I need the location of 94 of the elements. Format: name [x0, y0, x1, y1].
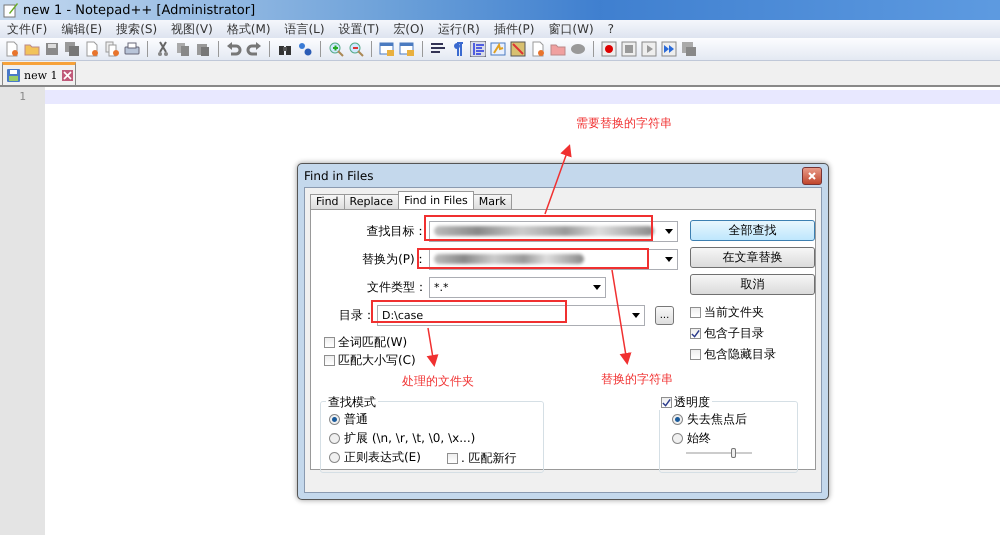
radio-button[interactable]: [329, 433, 340, 444]
radio-label: 始终: [687, 430, 711, 447]
dialog-button[interactable]: 在文章替换: [690, 247, 815, 268]
checkbox[interactable]: [661, 397, 672, 408]
field-label: 查找目标：: [366, 222, 428, 240]
checkbox-label: 当前文件夹: [704, 304, 764, 321]
redo-icon[interactable]: [246, 41, 262, 57]
menu-item[interactable]: 格式(M): [220, 20, 278, 38]
dropdown-caret-icon[interactable]: [593, 284, 601, 290]
dropdown-caret-icon[interactable]: [665, 256, 673, 262]
fast-forward-icon[interactable]: [661, 41, 677, 57]
map-icon[interactable]: [510, 41, 526, 57]
play-icon[interactable]: [641, 41, 657, 57]
arrow: [544, 144, 572, 214]
dialog-tab[interactable]: Find in Files: [398, 191, 474, 209]
menu-item[interactable]: 运行(R): [431, 20, 487, 38]
menu-item[interactable]: 编辑(E): [54, 20, 110, 38]
checkbox-label: 匹配大小写(C): [338, 352, 416, 368]
line-number: 1: [18, 90, 27, 103]
radio-label: 失去焦点后: [687, 411, 747, 428]
menu-item[interactable]: 视图(V): [164, 20, 220, 38]
checkbox-label: 全词匹配(W): [338, 334, 408, 350]
menu-item[interactable]: 宏(O): [386, 20, 432, 38]
menu-item[interactable]: 语言(L): [278, 20, 332, 38]
dialog-tab[interactable]: Replace: [344, 194, 400, 209]
dialog-button[interactable]: 全部查找: [690, 220, 815, 241]
menu-item[interactable]: 文件(F): [0, 20, 54, 38]
browse-button[interactable]: ...: [655, 306, 674, 324]
radio-label: 普通: [344, 411, 368, 428]
tab-label: new 1: [24, 68, 58, 82]
checkbox[interactable]: [690, 349, 701, 360]
group-title: 查找模式: [326, 394, 378, 411]
dialog-tab[interactable]: Find: [310, 194, 345, 209]
dropdown-caret-icon[interactable]: [632, 312, 640, 318]
checkbox-label: . 匹配新行: [460, 450, 517, 467]
checkbox-label: 包含隐藏目录: [704, 346, 776, 363]
undo-icon[interactable]: [226, 41, 242, 57]
checkbox[interactable]: [690, 307, 701, 318]
documents-icon[interactable]: [104, 41, 120, 57]
combo-box[interactable]: *.*: [429, 276, 606, 298]
radio-label: 正则表达式(E): [344, 449, 421, 466]
document-icon[interactable]: [84, 41, 100, 57]
window-lock-icon[interactable]: [399, 41, 415, 57]
transparency-slider[interactable]: [686, 448, 752, 458]
copy-icon[interactable]: [175, 41, 191, 57]
menu-item[interactable]: ?: [600, 22, 621, 36]
field-label: 文件类型：: [366, 278, 428, 296]
combo-box[interactable]: [428, 220, 678, 242]
floppy-disks-icon[interactable]: [64, 41, 80, 57]
menu-item[interactable]: 设置(T): [332, 20, 386, 38]
dropdown-caret-icon[interactable]: [665, 228, 673, 234]
menu-item[interactable]: 窗口(W): [541, 20, 601, 38]
zoom-out-icon[interactable]: [348, 41, 364, 57]
oval-icon[interactable]: [570, 41, 586, 57]
radio-label: 扩展 (\n, \r, \t, \0, \x...): [344, 430, 476, 447]
radio-button[interactable]: [672, 433, 683, 444]
radio-button[interactable]: [329, 414, 340, 425]
paste-icon[interactable]: [195, 41, 211, 57]
checkbox-label: 包含子目录: [704, 325, 764, 342]
field-label: 目录：: [338, 306, 376, 324]
dialog-tab[interactable]: Mark: [472, 194, 512, 209]
slider-thumb[interactable]: [730, 448, 736, 458]
field-value: D:\case: [382, 308, 424, 322]
menu-item[interactable]: 搜索(S): [109, 20, 164, 38]
menu-item[interactable]: 插件(P): [486, 20, 542, 38]
annotation-label: 需要替换的字符串: [576, 115, 672, 132]
window-lock-icon[interactable]: [379, 41, 395, 57]
printer-icon[interactable]: [124, 41, 140, 57]
checkbox[interactable]: [446, 453, 458, 464]
checkbox[interactable]: [324, 336, 335, 348]
checkbox[interactable]: [324, 354, 335, 366]
radio-button[interactable]: [672, 414, 683, 425]
notepad-pen-icon: [3, 2, 19, 18]
combo-box[interactable]: D:\case: [377, 304, 645, 326]
window-title: new 1 - Notepad++ [Administrator]: [23, 2, 256, 18]
file-tab[interactable]: new 1: [2, 62, 76, 85]
scissors-icon[interactable]: [155, 41, 171, 57]
annotation-label: 处理的文件夹: [402, 373, 474, 390]
document-icon[interactable]: [530, 41, 546, 57]
indent-guide-icon[interactable]: [470, 41, 486, 57]
field-label: 替换为(P)：: [361, 250, 428, 268]
windows-icon[interactable]: [681, 41, 697, 57]
annotation-label: 替换的字符串: [601, 371, 673, 388]
dialog-title: Find in Files: [304, 168, 374, 182]
stop-icon[interactable]: [621, 41, 637, 57]
dialog-button[interactable]: 取消: [690, 274, 815, 295]
arrow: [426, 328, 438, 367]
document-icon[interactable]: [4, 41, 20, 57]
record-icon[interactable]: [601, 41, 617, 57]
checkbox[interactable]: [690, 328, 701, 339]
zoom-in-icon[interactable]: [328, 41, 344, 57]
radio-button[interactable]: [329, 452, 340, 463]
close-icon[interactable]: [802, 166, 822, 184]
field-value: *.*: [434, 280, 448, 294]
